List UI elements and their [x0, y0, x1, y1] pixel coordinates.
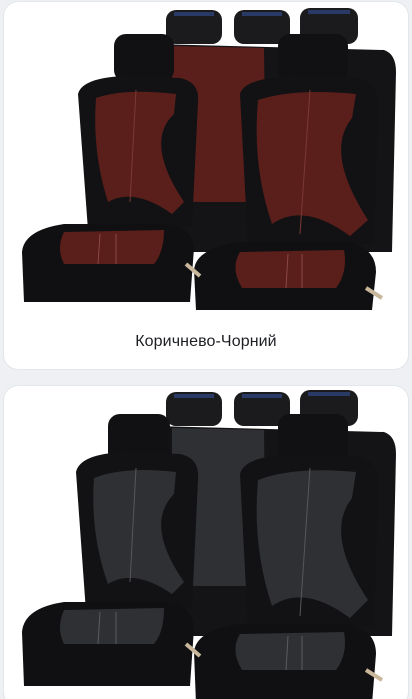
seat-cover-image	[22, 8, 396, 310]
variant-card-brown-black[interactable]: Коричнево-Чорний	[4, 2, 408, 369]
variant-image[interactable]	[4, 2, 408, 312]
variant-caption: Коричнево-Чорний	[135, 333, 277, 350]
variant-card-black[interactable]	[4, 386, 408, 699]
variant-image[interactable]	[4, 386, 408, 699]
variant-list: Коричнево-Чорний	[0, 0, 412, 699]
seat-cover-image	[22, 390, 396, 699]
